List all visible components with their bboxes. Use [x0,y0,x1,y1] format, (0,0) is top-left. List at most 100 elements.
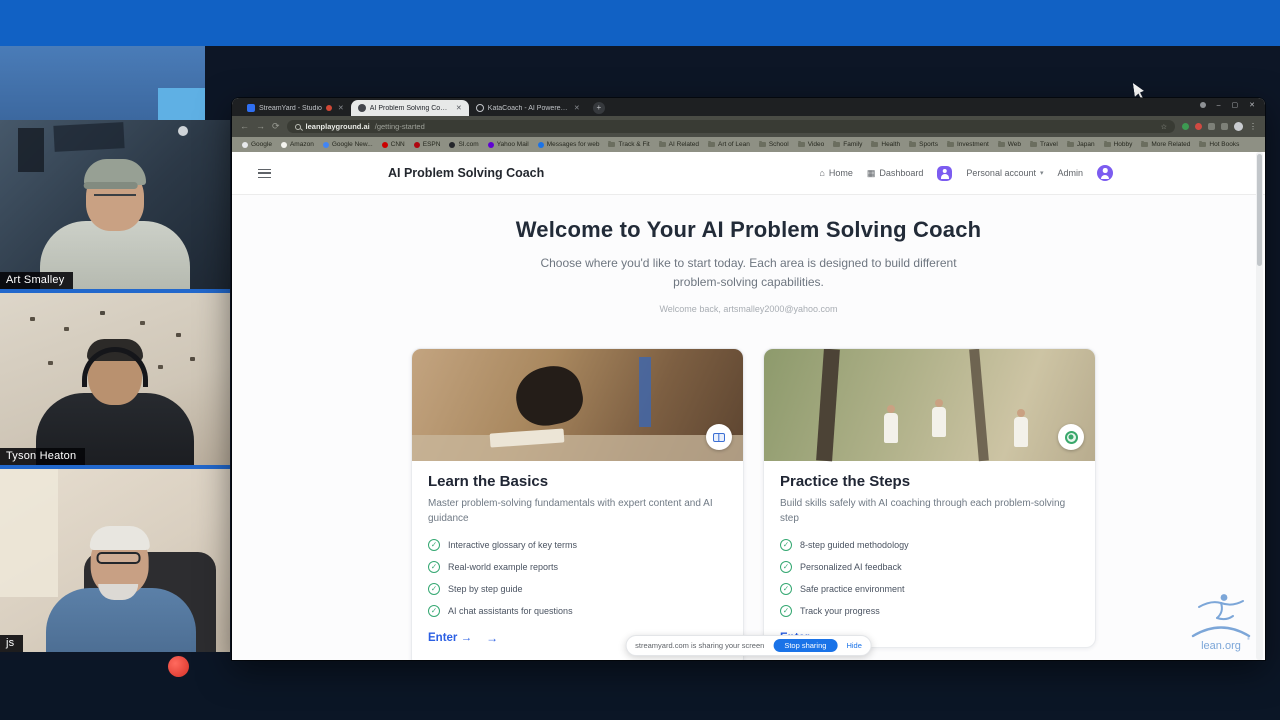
favicon [414,142,420,148]
folder-icon [1104,142,1111,147]
nav-home[interactable]: ⌂ Home [819,168,852,178]
participant-name-label: Art Smalley [0,272,73,289]
favicon [242,142,248,148]
bookmark-folder[interactable]: Video [798,141,825,148]
feature-item: ✓ Step by step guide [428,583,727,595]
tab-ai-problem-solving-coach[interactable]: AI Problem Solving Coach ✕ [351,100,469,116]
folder-icon [798,142,805,147]
minimize-button[interactable]: – [1217,102,1221,109]
bookmark-folder[interactable]: Art of Lean [708,141,750,148]
wall-butterfly-decor [30,317,35,321]
photo-detail [969,349,989,461]
participant-glasses [97,552,141,564]
page-scrollbar[interactable] [1256,152,1263,660]
video-tile-third-participant: js [0,469,230,652]
new-tab-button[interactable]: + [593,102,605,114]
bookmark-folder[interactable]: School [759,141,789,148]
streamyard-favicon [247,104,255,112]
bookmark-item[interactable]: CNN [382,141,405,148]
arrow-right-icon: → [486,631,498,645]
bookmark-folder[interactable]: Sports [909,141,938,148]
tab-close-icon[interactable]: ✕ [456,104,462,112]
extension-icon[interactable] [1195,123,1202,130]
check-circle-icon: ✓ [428,605,440,617]
url-path: /getting-started [375,122,425,131]
participant-name-label: js [0,635,23,652]
extension-icon[interactable] [1208,123,1215,130]
share-message: streamyard.com is sharing your screen [635,641,764,650]
bookmark-folder[interactable]: Travel [1030,141,1058,148]
bookmark-folder[interactable]: Hot Books [1199,141,1239,148]
bookmark-folder[interactable]: Investment [947,141,989,148]
wall-frame-decor [18,128,44,172]
feature-item: ✓ Interactive glossary of key terms [428,539,727,551]
hamburger-menu-icon[interactable] [258,169,271,178]
feature-list: ✓ Interactive glossary of key terms ✓ Re… [428,539,727,617]
shared-browser-window: StreamYard - Studio ✕ AI Problem Solving… [232,98,1265,660]
bookmark-folder[interactable]: AI Related [659,141,699,148]
address-bar[interactable]: leanplayground.ai /getting-started ☆ [287,120,1175,133]
bookmark-folder[interactable]: Track & Fit [608,141,649,148]
bookmark-folder[interactable]: Health [871,141,900,148]
check-circle-icon: ✓ [428,539,440,551]
folder-icon [998,142,1005,147]
tab-close-icon[interactable]: ✕ [574,104,580,112]
card-description: Build skills safely with AI coaching thr… [780,496,1079,526]
scrollbar-thumb[interactable] [1257,154,1262,266]
tab-close-icon[interactable]: ✕ [338,104,344,112]
bookmark-item[interactable]: Messages for web [538,141,600,148]
browser-tab-strip: StreamYard - Studio ✕ AI Problem Solving… [232,98,1265,116]
nav-dashboard[interactable]: ▦ Dashboard [867,168,924,178]
site-header: AI Problem Solving Coach ⌂ Home ▦ Dashbo… [232,152,1265,195]
bookmark-folder[interactable]: Web [998,141,1021,148]
card-title: Practice the Steps [780,473,1079,490]
tab-streamyard[interactable]: StreamYard - Studio ✕ [240,100,351,116]
close-window-button[interactable]: ✕ [1249,101,1255,109]
background-accent-block-small [158,88,205,120]
tab-katacoach[interactable]: KataCoach - AI Powered Kata ✕ [469,100,587,116]
feature-item: ✓ 8-step guided methodology [780,539,1079,551]
extension-icons: ⋮ [1182,122,1257,131]
background-bottom-band [0,660,1280,720]
card-learn-the-basics[interactable]: Learn the Basics Master problem-solving … [411,348,744,660]
reload-button[interactable]: ⟳ [272,122,280,131]
welcome-back-text: Welcome back, artsmalley2000@yahoo.com [232,304,1265,314]
maximize-button[interactable]: ▢ [1232,101,1239,109]
coach-favicon [358,104,366,112]
folder-icon [759,142,766,147]
check-circle-icon: ✓ [780,561,792,573]
bookmark-folder[interactable]: More Related [1141,141,1190,148]
browser-profile-avatar[interactable] [1234,122,1243,131]
back-button[interactable]: ← [240,122,249,131]
bookmark-folder[interactable]: Family [833,141,862,148]
url-domain: leanplayground.ai [306,122,370,131]
photo-detail [639,357,651,427]
feature-list: ✓ 8-step guided methodology ✓ Personaliz… [780,539,1079,617]
folder-icon [947,142,954,147]
bookmark-item[interactable]: Yahoo Mail [488,141,529,148]
dashboard-icon: ▦ [867,169,876,178]
bookmark-item[interactable]: ESPN [414,141,441,148]
user-avatar-icon[interactable] [1097,165,1113,181]
bookmark-item[interactable]: Google [242,141,272,148]
forward-button[interactable]: → [256,122,265,131]
extension-icon[interactable] [1221,123,1228,130]
bookmark-item[interactable]: Google New... [323,141,373,148]
bookmark-item[interactable]: Amazon [281,141,314,148]
nav-admin[interactable]: Admin [1057,168,1083,178]
bookmark-item[interactable]: SI.com [449,141,478,148]
nav-personal-account[interactable]: Personal account ▾ [966,168,1043,178]
hide-banner-button[interactable]: Hide [846,641,861,650]
bookmark-folder[interactable]: Japan [1067,141,1095,148]
folder-icon [909,142,916,147]
favicon [538,142,544,148]
tab-title: KataCoach - AI Powered Kata [488,105,568,112]
extension-icon[interactable] [1182,123,1189,130]
streamyard-stage: Art Smalley Tyson Heaton js StreamYard [0,0,1280,720]
folder-icon [608,142,615,147]
browser-menu-icon[interactable]: ⋮ [1249,122,1257,131]
bookmark-star-icon[interactable]: ☆ [1161,123,1167,131]
bookmark-folder[interactable]: Hobby [1104,141,1133,148]
card-practice-the-steps[interactable]: Practice the Steps Build skills safely w… [763,348,1096,648]
stop-sharing-button[interactable]: Stop sharing [773,639,837,653]
